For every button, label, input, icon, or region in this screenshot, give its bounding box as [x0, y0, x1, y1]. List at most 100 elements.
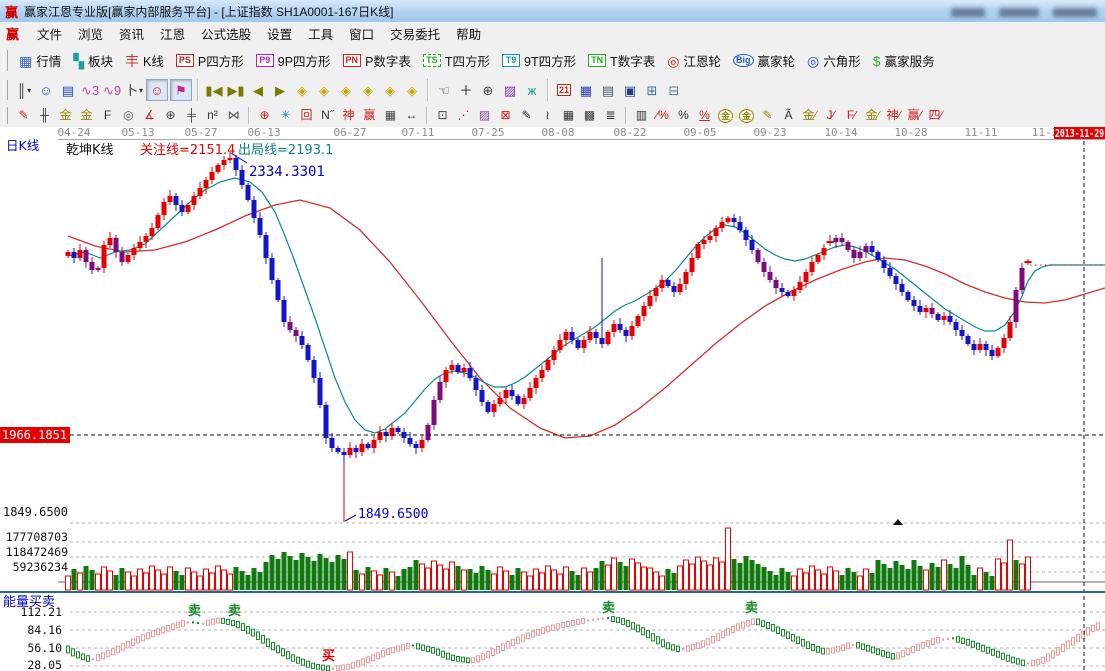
tool-gold-circle-icon[interactable]: 金 [716, 107, 735, 125]
tool-hand-tool-icon[interactable]: ☜ [434, 80, 454, 100]
toolbar-button-hexagon[interactable]: ◎六角形 [801, 49, 867, 72]
chart-area[interactable]: 04-2405-1305-2706-1306-2707-1107-2508-08… [0, 127, 1105, 671]
tool-smart-analysis-red-icon[interactable]: ☺ [146, 79, 168, 101]
menu-item-帮助[interactable]: 帮助 [448, 26, 489, 44]
tool-gann-diamond-cross-icon[interactable]: ◈ [358, 80, 378, 100]
tool-hatch-icon[interactable]: ≣ [601, 107, 620, 125]
tool-gann-diamond-left-icon[interactable]: ◈ [292, 80, 312, 100]
tool-shen-angle-icon[interactable]: 神∕ [884, 107, 903, 125]
tool-pen-black-icon[interactable]: ✎ [517, 107, 536, 125]
tool-zigzag-icon[interactable]: ≀ [538, 107, 557, 125]
tool-gann-diamond-right-icon[interactable]: ◈ [314, 80, 334, 100]
blurred-control-3[interactable] [1053, 8, 1097, 17]
toolbar-button-kline[interactable]: 丰K线 [119, 49, 170, 72]
tool-draw-flag-icon[interactable]: ⚑ [170, 79, 192, 101]
tool-pattern-teal-icon[interactable]: ж [522, 80, 542, 100]
toolbar-grip[interactable] [3, 50, 8, 72]
tool-notepad-icon[interactable]: ▤ [598, 80, 618, 100]
kline-chart-svg[interactable]: 04-2405-1305-2706-1306-2707-1107-2508-08… [0, 127, 1105, 671]
tool-kline-style-icon[interactable]: ║▾ [14, 80, 34, 100]
dropdown-arrow-icon[interactable]: ▾ [27, 84, 31, 97]
tool-percent-slash-icon[interactable]: ∕% [653, 107, 672, 125]
tool-grid-dark-2-icon[interactable]: ▩ [580, 107, 599, 125]
tool-a-wave-icon[interactable]: Ã [779, 107, 798, 125]
menu-item-交易委托[interactable]: 交易委托 [382, 26, 448, 44]
tool-n-mark-icon[interactable]: Ν˝ [318, 107, 337, 125]
tool-gann-diamond-horizontal-icon[interactable]: ◈ [336, 80, 356, 100]
tool-span-arrows-icon[interactable]: ↔ [402, 107, 421, 125]
tool-spiral-icon[interactable]: ◎ [119, 107, 138, 125]
toolbar-button-t-square[interactable]: TST四方形 [417, 49, 496, 72]
tool-zoom-tool-icon[interactable]: ⊕ [478, 80, 498, 100]
tool-next-bar-icon[interactable]: ▶ [270, 80, 290, 100]
menu-item-设置[interactable]: 设置 [259, 26, 300, 44]
tool-ray-fan-red-icon[interactable]: ⋰ [454, 107, 473, 125]
blurred-control-2[interactable] [999, 8, 1039, 17]
toolbar-button-sectors[interactable]: ▚板块 [67, 49, 119, 72]
tool-j-angle-icon[interactable]: J∕ [821, 107, 840, 125]
tool-percent-line-icon[interactable]: % [695, 107, 714, 125]
tool-si-angle-icon[interactable]: 四∕ [926, 107, 945, 125]
tool-first-bar-icon[interactable]: ▮◀ [204, 80, 224, 100]
tool-gold-angle-icon[interactable]: 金∕ [800, 107, 819, 125]
tool-angle-pen-icon[interactable]: ∡ [140, 107, 159, 125]
tool-target-red-icon[interactable]: ⊕ [255, 107, 274, 125]
toolbar-button-gann-wheel[interactable]: ◎江恩轮 [661, 49, 727, 72]
tool-gold-square-2-icon[interactable]: 金 [77, 107, 96, 125]
tool-box-anchor-icon[interactable]: ⊡ [433, 107, 452, 125]
tool-net-config-icon[interactable]: ⊞ [642, 80, 662, 100]
blurred-control-1[interactable] [951, 8, 985, 17]
tool-shen-grid-icon[interactable]: 神 [339, 107, 358, 125]
tool-bars-scale-icon[interactable]: ▥ [632, 107, 651, 125]
tool-box-x-icon[interactable]: ⊠ [496, 107, 515, 125]
tool-percent-icon[interactable]: % [674, 107, 693, 125]
toolbar-button-winner-service[interactable]: $赢家服务 [867, 49, 941, 72]
tool-ying-angle-icon[interactable]: 赢∕ [905, 107, 924, 125]
tool-fan-box-icon[interactable]: ▨ [475, 107, 494, 125]
tool-gold-angle-2-icon[interactable]: 金∕ [863, 107, 882, 125]
tool-thin-candle-icon[interactable]: 卜▾ [124, 80, 144, 100]
tool-prev-bar-icon[interactable]: ◀ [248, 80, 268, 100]
tool-info-doc-icon[interactable]: ▤ [58, 80, 78, 100]
menu-item-浏览[interactable]: 浏览 [70, 26, 111, 44]
tool-save-icon[interactable]: ▣ [620, 80, 640, 100]
tool-stamp-purple-icon[interactable]: ▨ [500, 80, 520, 100]
toolbar-button-p-number-table[interactable]: PNP数字表 [337, 49, 417, 72]
toolbar-grip[interactable] [3, 107, 8, 123]
tool-gold-pen-icon[interactable]: ✎ [758, 107, 777, 125]
toolbar-button-9t-square[interactable]: T99T四方形 [496, 49, 582, 72]
tool-n2-grid-icon[interactable]: n² [203, 107, 222, 125]
toolbar-button-9p-square[interactable]: P99P四方形 [250, 49, 337, 72]
tool-gold-square-icon[interactable]: 金 [56, 107, 75, 125]
tool-grid-123-icon[interactable]: ▦ [381, 107, 400, 125]
title-bar-right-blurred[interactable] [937, 6, 1097, 20]
tool-gann-diamond-star-icon[interactable]: ◈ [380, 80, 400, 100]
tool-f-grid-icon[interactable]: F [98, 107, 117, 125]
tool-star-teal-icon[interactable]: ✳ [276, 107, 295, 125]
tool-pen-red-icon[interactable]: ✎ [14, 107, 33, 125]
tool-last-bar-icon[interactable]: ▶▮ [226, 80, 246, 100]
toolbar-button-p-square[interactable]: PSP四方形 [170, 49, 250, 72]
menu-item-工具[interactable]: 工具 [300, 26, 341, 44]
menu-item-资讯[interactable]: 资讯 [111, 26, 152, 44]
tool-gann-diamond-vertical-icon[interactable]: ◈ [402, 80, 422, 100]
dropdown-arrow-icon[interactable]: ▾ [139, 84, 143, 97]
tool-wave-9-icon[interactable]: ∿9 [102, 80, 122, 100]
tool-mirror-triangle-icon[interactable]: ⋈ [224, 107, 243, 125]
toolbar-button-quotes[interactable]: ▦行情 [13, 49, 67, 72]
tool-ying-grid-icon[interactable]: 赢 [360, 107, 379, 125]
tool-crosshair-tool-icon[interactable]: ＋ [456, 80, 476, 100]
tool-wave-3-icon[interactable]: ∿3 [80, 80, 100, 100]
menu-item-公式选股[interactable]: 公式选股 [193, 26, 259, 44]
tool-grid-ruler-icon[interactable]: ╫ [35, 107, 54, 125]
menu-item-文件[interactable]: 文件 [29, 26, 70, 44]
toolbar-button-t-number-table[interactable]: TNT数字表 [582, 49, 661, 72]
tool-calendar-icon[interactable]: 21 [554, 80, 574, 100]
tool-gold-circle-2-icon[interactable]: 金 [737, 107, 756, 125]
tool-remote-pc-icon[interactable]: ⊟ [664, 80, 684, 100]
tool-hui-grid-icon[interactable]: 回 [297, 107, 316, 125]
toolbar-grip[interactable] [3, 80, 8, 100]
tool-f-angle-icon[interactable]: F∕ [842, 107, 861, 125]
tool-grid-dark-icon[interactable]: ▦ [559, 107, 578, 125]
menu-item-窗口[interactable]: 窗口 [341, 26, 382, 44]
